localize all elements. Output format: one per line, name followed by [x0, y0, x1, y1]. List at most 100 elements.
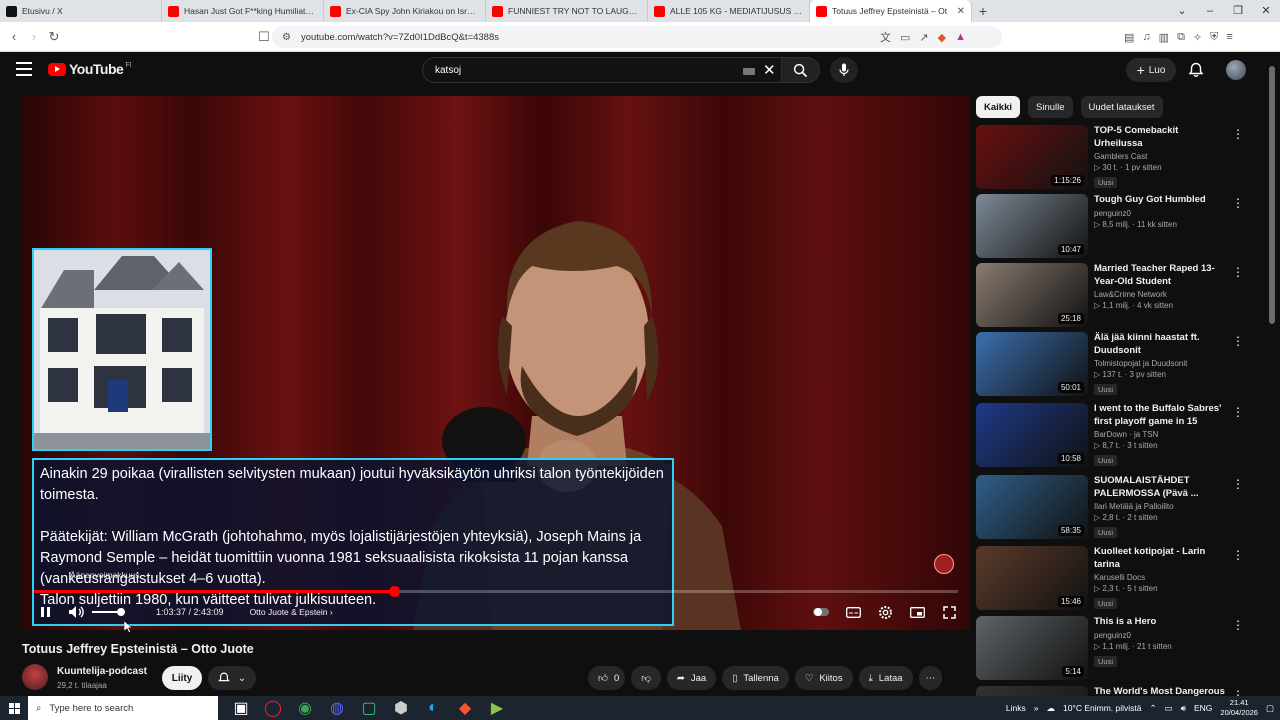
recommendation-title[interactable]: Married Teacher Raped 13-Year-Old Studen…: [1094, 263, 1228, 288]
recommendation-title[interactable]: The World's Most Dangerous: [1094, 686, 1228, 696]
clock[interactable]: 21.41 20/04/2026: [1220, 698, 1258, 718]
notifications-bell-icon[interactable]: [1188, 62, 1204, 78]
more-options-icon[interactable]: ⋮: [1232, 548, 1244, 562]
volume-icon[interactable]: [68, 605, 86, 619]
chip-new-uploads[interactable]: Uudet lataukset: [1080, 96, 1163, 118]
more-options-icon[interactable]: ⋮: [1232, 688, 1244, 696]
video-thumbnail[interactable]: 15:46: [976, 546, 1088, 610]
site-info-icon[interactable]: ⚙: [282, 32, 291, 43]
browser-tab-active[interactable]: Totuus Jeffrey Epsteinistä – Ot ✕: [810, 0, 972, 22]
sidebar-icon[interactable]: ▤: [1124, 31, 1134, 44]
recommendation-channel[interactable]: Law&Crime Network: [1094, 290, 1228, 299]
page-scrollbar[interactable]: [1268, 56, 1276, 696]
search-button[interactable]: [782, 57, 820, 83]
guide-menu-icon[interactable]: [16, 62, 32, 76]
like-button[interactable]: 👍︎ 0: [588, 666, 626, 690]
language-indicator[interactable]: ENG: [1194, 703, 1212, 713]
progress-bar[interactable]: [34, 586, 958, 597]
recommendation-channel[interactable]: BarDown · ja TSN: [1094, 430, 1228, 439]
subtitles-icon[interactable]: [844, 604, 862, 620]
recommendation-channel[interactable]: penguinz0: [1094, 631, 1228, 640]
chrome-icon[interactable]: ◉: [294, 697, 316, 719]
maximize-icon[interactable]: ❐: [1224, 0, 1252, 22]
media-player-icon[interactable]: ▶: [486, 697, 508, 719]
create-button[interactable]: + Luo: [1126, 58, 1176, 82]
recommendation-title[interactable]: I went to the Buffalo Sabres' first play…: [1094, 403, 1228, 428]
thanks-button[interactable]: ♡ Kiitos: [794, 666, 853, 690]
browser-tab[interactable]: Etusivu / X: [0, 0, 162, 22]
keyboard-icon[interactable]: [743, 68, 755, 75]
pause-button[interactable]: [34, 603, 56, 621]
tab-search-icon[interactable]: ⌄: [1168, 0, 1196, 22]
settings-gear-icon[interactable]: [876, 604, 894, 620]
recommendation-title[interactable]: Kuolleet kotipojat - Larin tarina: [1094, 546, 1228, 571]
opera-icon[interactable]: ◯: [262, 697, 284, 719]
video-thumbnail[interactable]: 5:14: [976, 616, 1088, 680]
more-options-icon[interactable]: ⋮: [1232, 477, 1244, 491]
recommendation-title[interactable]: SUOMALAISTÄHDET PALERMOSSA (Pävä ...: [1094, 475, 1228, 500]
share-button[interactable]: ➦ Jaa: [666, 666, 717, 690]
forward-icon[interactable]: ›: [24, 29, 44, 44]
new-tab-button[interactable]: +: [972, 0, 994, 22]
more-actions-button[interactable]: ⋯: [918, 666, 943, 690]
subscription-bell-button[interactable]: ⌄: [208, 666, 256, 690]
recommendation-title[interactable]: TOP-5 Comebackit Urheilussa: [1094, 125, 1228, 150]
links-toolbar[interactable]: Links: [1006, 703, 1026, 713]
clear-search-icon[interactable]: ✕: [763, 61, 776, 79]
user-avatar[interactable]: [1226, 60, 1246, 80]
miniplayer-icon[interactable]: [908, 604, 926, 620]
extensions-icon[interactable]: ⧉: [1177, 31, 1185, 44]
search-input[interactable]: katsoj ✕: [422, 57, 782, 83]
recommendation-channel[interactable]: Tolmistopojat ja Duudsonit: [1094, 359, 1228, 368]
recommendation-item[interactable]: 15:46 Kuolleet kotipojat - Larin tarina Ka…: [976, 546, 1248, 610]
app-icon[interactable]: ◍: [326, 697, 348, 719]
close-tab-icon[interactable]: ✕: [957, 6, 965, 17]
reload-icon[interactable]: ↻: [44, 29, 64, 45]
video-thumbnail[interactable]: 58:35: [976, 475, 1088, 539]
recommendation-item[interactable]: The World's Most Dangerous ⋮: [976, 686, 1248, 696]
video-thumbnail[interactable]: 50:01: [976, 332, 1088, 396]
recommendation-title[interactable]: Tough Guy Got Humbled: [1094, 194, 1228, 207]
browser-tab[interactable]: Ex-CIA Spy John Kiriakou on Israel, D...: [324, 0, 486, 22]
video-player[interactable]: Ainakin 29 poikaa (virallisten selvityst…: [22, 96, 970, 630]
reader-icon[interactable]: ▥: [1159, 31, 1169, 44]
recommendation-item[interactable]: 25:18 Married Teacher Raped 13-Year-Old S…: [976, 263, 1248, 327]
browser-tab[interactable]: FUNNIEST TRY NOT TO LAUGH AFTE...: [486, 0, 648, 22]
more-options-icon[interactable]: ⋮: [1232, 405, 1244, 419]
voice-search-button[interactable]: [830, 57, 858, 83]
menu-icon[interactable]: ≡: [1226, 31, 1232, 43]
share-icon[interactable]: ↗: [919, 31, 928, 44]
join-button[interactable]: Liity: [162, 666, 202, 690]
download-button[interactable]: ⤓ Lataa: [858, 666, 913, 690]
volume-knob[interactable]: [116, 608, 125, 616]
minimize-icon[interactable]: –: [1196, 0, 1224, 22]
autoplay-toggle-icon[interactable]: [812, 604, 830, 620]
dislike-button[interactable]: 👎︎: [631, 666, 661, 690]
notification-center-icon[interactable]: ▢: [1266, 703, 1274, 714]
chapter-title[interactable]: Otto Juote & Epstein ›: [250, 607, 333, 617]
recommendation-item[interactable]: 10:58 I went to the Buffalo Sabres' first…: [976, 403, 1248, 467]
chip-all[interactable]: Kaikki: [976, 96, 1020, 118]
video-thumbnail[interactable]: 25:18: [976, 263, 1088, 327]
windows-start-icon[interactable]: [0, 696, 28, 720]
browser-tab[interactable]: ALLE 105 KG - MEDIATIJUSUS - You...: [648, 0, 810, 22]
video-thumbnail[interactable]: [976, 686, 1088, 696]
channel-name[interactable]: Kuuntelija-podcast: [57, 666, 147, 677]
weather-text[interactable]: 10°C Enimm. pilvistä: [1063, 703, 1142, 713]
bookmark-icon[interactable]: ☐: [254, 29, 274, 45]
app-icon[interactable]: ⬢: [390, 697, 412, 719]
video-thumbnail[interactable]: 1:15:26: [976, 125, 1088, 189]
media-icon[interactable]: ♫: [1142, 31, 1150, 43]
channel-avatar[interactable]: [22, 664, 48, 690]
brave-shields-icon[interactable]: ◆: [938, 31, 946, 44]
volume-slider[interactable]: [92, 608, 125, 616]
brave-icon[interactable]: ◆: [454, 697, 476, 719]
network-icon[interactable]: ▭: [1165, 703, 1173, 714]
chip-for-you[interactable]: Sinulle: [1028, 96, 1073, 118]
recommendation-item[interactable]: 50:01 Älä jää kiinni haastat ft. Duudsoni…: [976, 332, 1248, 396]
youtube-logo[interactable]: YouTube FI: [48, 61, 132, 77]
video-thumbnail[interactable]: 10:58: [976, 403, 1088, 467]
fullscreen-icon[interactable]: [940, 604, 958, 620]
scrollbar-thumb[interactable]: [1269, 66, 1275, 324]
more-options-icon[interactable]: ⋮: [1232, 127, 1244, 141]
